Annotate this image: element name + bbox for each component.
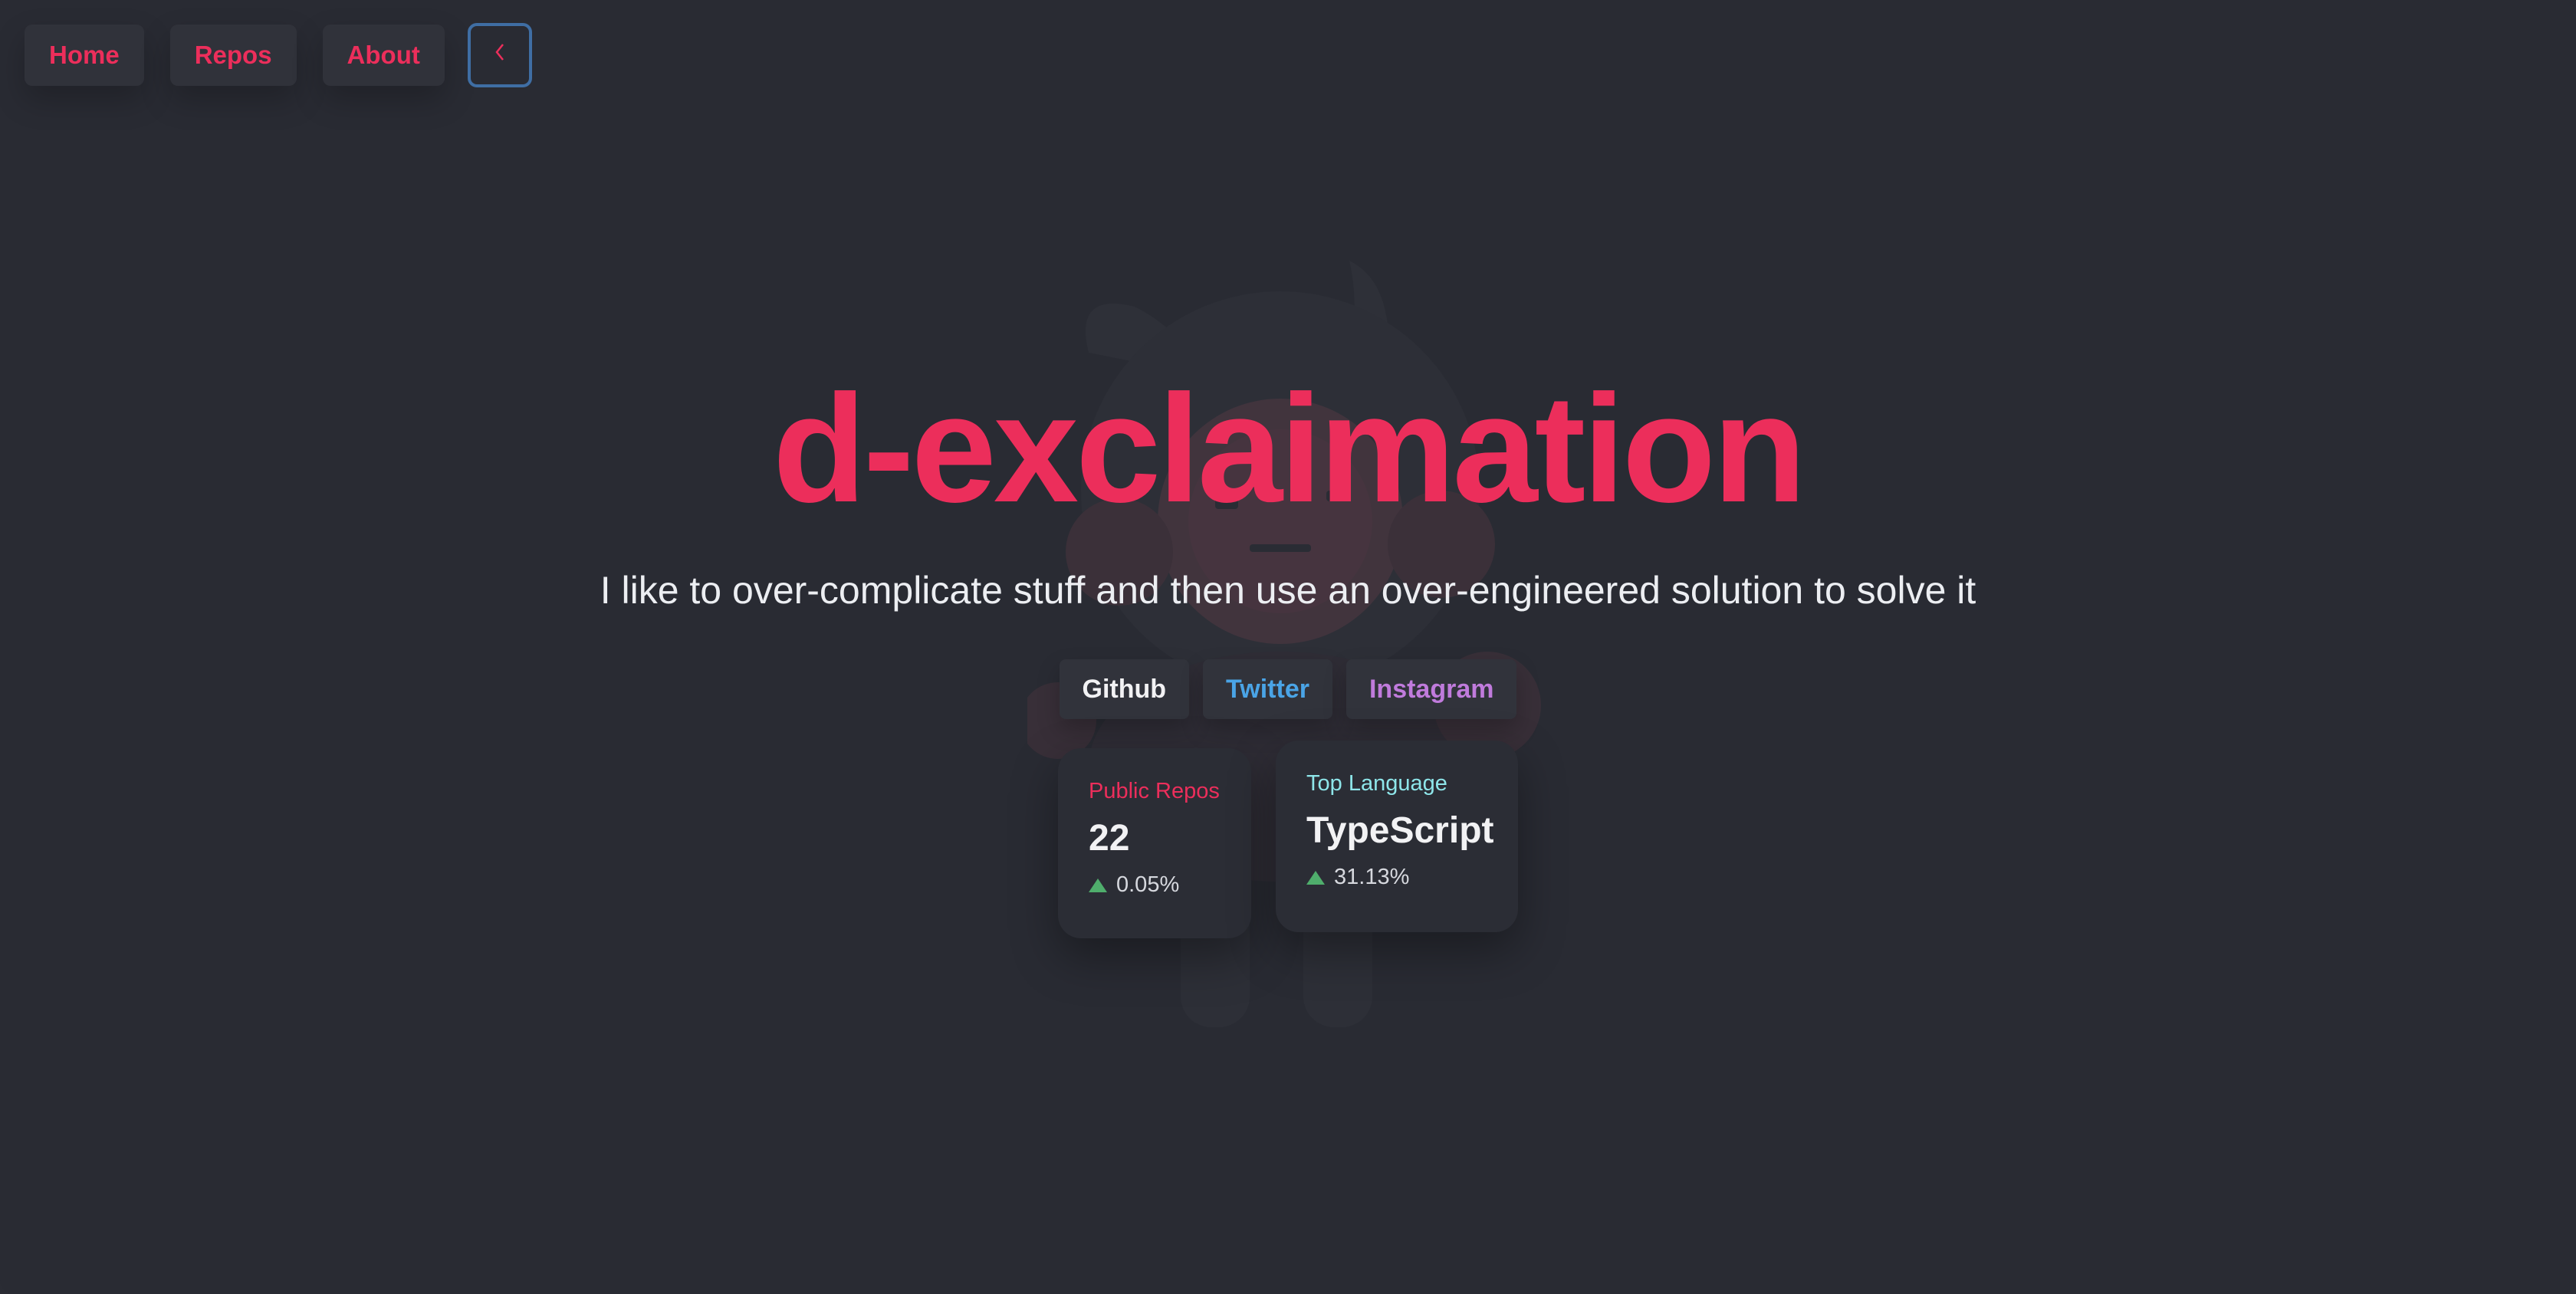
- github-link[interactable]: Github: [1059, 659, 1190, 719]
- arrow-up-icon: [1306, 870, 1325, 885]
- page: Home Repos About d-exclaimation I like t…: [0, 0, 2576, 1294]
- top-language-card: Top Language TypeScript 31.13%: [1276, 741, 1518, 932]
- top-language-label: Top Language: [1306, 771, 1447, 796]
- public-repos-value: 22: [1089, 818, 1130, 859]
- chevron-left-icon: [494, 41, 506, 69]
- social-links: Github Twitter Instagram: [0, 659, 2576, 719]
- public-repos-label: Public Repos: [1089, 779, 1220, 803]
- repos-button[interactable]: Repos: [169, 25, 297, 86]
- twitter-link[interactable]: Twitter: [1203, 659, 1332, 719]
- top-language-change: 31.13%: [1306, 865, 1487, 890]
- about-button[interactable]: About: [322, 25, 445, 86]
- public-repos-change: 0.05%: [1089, 872, 1221, 898]
- top-nav: Home Repos About: [25, 23, 532, 87]
- top-language-value: TypeScript: [1306, 810, 1494, 851]
- page-title: d-exclaimation: [772, 363, 1806, 534]
- toggle-button[interactable]: [467, 23, 532, 87]
- public-repos-card: Public Repos 22 0.05%: [1058, 748, 1251, 938]
- home-button[interactable]: Home: [25, 25, 144, 86]
- public-repos-change-value: 0.05%: [1116, 872, 1180, 897]
- tagline: I like to over-complicate stuff and then…: [600, 569, 1976, 612]
- top-language-change-value: 31.13%: [1334, 865, 1410, 889]
- instagram-link[interactable]: Instagram: [1346, 659, 1517, 719]
- arrow-up-icon: [1089, 878, 1107, 892]
